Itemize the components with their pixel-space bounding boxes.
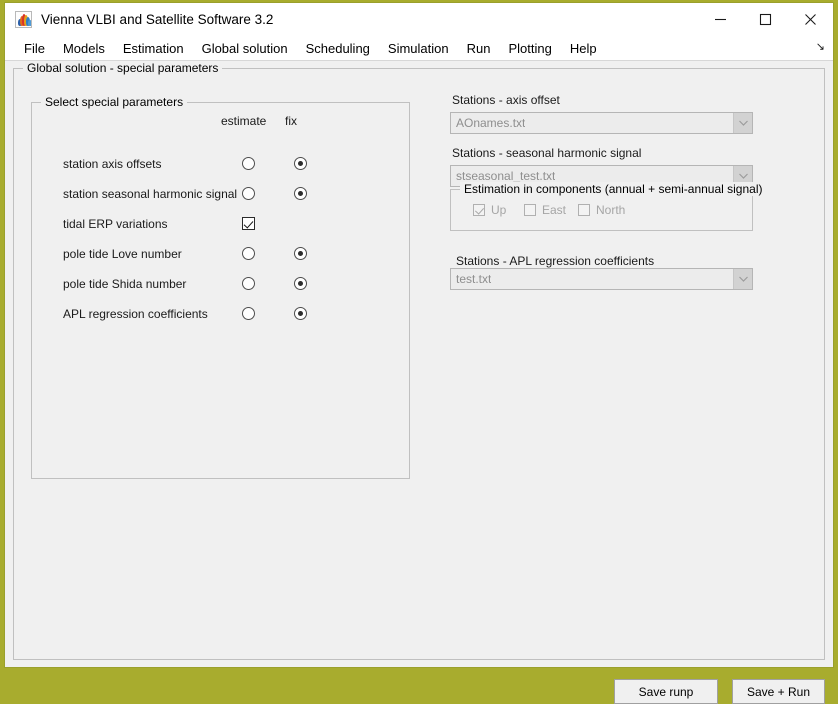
menu-item-global-solution[interactable]: Global solution xyxy=(193,36,297,61)
menu-item-scheduling[interactable]: Scheduling xyxy=(297,36,379,61)
param-label-tidal-erp-variations: tidal ERP variations xyxy=(63,217,168,231)
save-runp-button[interactable]: Save runp xyxy=(614,679,718,704)
select-panel-title: Select special parameters xyxy=(41,95,188,109)
table-row: station axis offsets xyxy=(32,153,411,183)
label-component-north: North xyxy=(596,203,626,217)
chevron-down-icon[interactable] xyxy=(733,113,752,133)
dropdown-stations-seasonal-harmonic-signal-value: stseasonal_test.txt xyxy=(456,169,556,183)
label-stations-apl-regression-coefficients: Stations - APL regression coefficients xyxy=(456,254,655,268)
client-area: Global solution - special parameters Sel… xyxy=(5,61,833,704)
radio-fix-station-seasonal-harmonic-signal[interactable] xyxy=(294,187,307,200)
radio-fix-pole-tide-shida-number[interactable] xyxy=(294,277,307,290)
select-special-parameters-panel: Select special parameters estimate fix s… xyxy=(31,95,411,479)
table-row: pole tide Love number xyxy=(32,243,411,273)
column-header-estimate: estimate xyxy=(221,114,267,128)
checkbox-estimate-tidal-erp-variations[interactable] xyxy=(242,217,255,230)
checkbox-component-east[interactable] xyxy=(524,204,536,216)
label-stations-axis-offset: Stations - axis offset xyxy=(452,93,560,107)
label-component-east: East xyxy=(542,203,567,217)
checkbox-component-up[interactable] xyxy=(473,204,485,216)
table-row: APL regression coefficients xyxy=(32,303,411,333)
radio-estimate-station-seasonal-harmonic-signal[interactable] xyxy=(242,187,255,200)
estimation-in-components-panel: Estimation in components (annual + semi-… xyxy=(450,182,767,231)
param-label-pole-tide-shida-number: pole tide Shida number xyxy=(63,277,187,291)
minimize-icon[interactable] xyxy=(698,3,743,36)
window-controls xyxy=(698,3,833,36)
menu-item-plotting[interactable]: Plotting xyxy=(499,36,560,61)
application-window: Vienna VLBI and Satellite Software 3.2 F… xyxy=(4,2,834,704)
maximize-icon[interactable] xyxy=(743,3,788,36)
table-row: station seasonal harmonic signal xyxy=(32,183,411,213)
table-row: tidal ERP variations xyxy=(32,213,411,243)
dropdown-stations-axis-offset-value: AOnames.txt xyxy=(456,116,526,130)
table-row: pole tide Shida number xyxy=(32,273,411,303)
window-title: Vienna VLBI and Satellite Software 3.2 xyxy=(41,12,274,27)
menu-item-simulation[interactable]: Simulation xyxy=(379,36,458,61)
title-bar: Vienna VLBI and Satellite Software 3.2 xyxy=(5,3,833,36)
radio-estimate-pole-tide-shida-number[interactable] xyxy=(242,277,255,290)
menu-item-run[interactable]: Run xyxy=(458,36,500,61)
menu-item-help[interactable]: Help xyxy=(561,36,606,61)
global-solution-special-parameters-panel: Global solution - special parameters Sel… xyxy=(13,61,825,660)
outer-panel-title: Global solution - special parameters xyxy=(23,61,223,75)
dropdown-stations-apl-regression-coefficients[interactable]: test.txt xyxy=(450,268,753,290)
menu-bar: File Models Estimation Global solution S… xyxy=(5,36,833,61)
chevron-down-icon[interactable] xyxy=(733,269,752,289)
param-label-pole-tide-love-number: pole tide Love number xyxy=(63,247,182,261)
radio-fix-apl-regression-coefficients[interactable] xyxy=(294,307,307,320)
close-icon[interactable] xyxy=(788,3,833,36)
checkbox-component-north[interactable] xyxy=(578,204,590,216)
dropdown-stations-axis-offset[interactable]: AOnames.txt xyxy=(450,112,753,134)
estimation-in-components-title: Estimation in components (annual + semi-… xyxy=(460,182,767,196)
radio-estimate-station-axis-offsets[interactable] xyxy=(242,157,255,170)
param-label-station-seasonal-harmonic-signal: station seasonal harmonic signal xyxy=(63,187,238,201)
radio-fix-pole-tide-love-number[interactable] xyxy=(294,247,307,260)
param-label-station-axis-offsets: station axis offsets xyxy=(63,157,162,171)
param-label-apl-regression-coefficients: APL regression coefficients xyxy=(63,307,208,321)
menu-item-estimation[interactable]: Estimation xyxy=(114,36,193,61)
menu-overflow-arrow-icon[interactable]: ↘ xyxy=(816,40,825,54)
save-run-button[interactable]: Save + Run xyxy=(732,679,825,704)
matlab-icon xyxy=(15,11,32,28)
label-component-up: Up xyxy=(491,203,507,217)
menu-item-file[interactable]: File xyxy=(15,36,54,61)
column-header-fix: fix xyxy=(285,114,297,128)
dropdown-stations-apl-regression-coefficients-value: test.txt xyxy=(456,272,492,286)
label-stations-seasonal-harmonic-signal: Stations - seasonal harmonic signal xyxy=(452,146,642,160)
radio-fix-station-axis-offsets[interactable] xyxy=(294,157,307,170)
menu-item-models[interactable]: Models xyxy=(54,36,114,61)
radio-estimate-pole-tide-love-number[interactable] xyxy=(242,247,255,260)
radio-estimate-apl-regression-coefficients[interactable] xyxy=(242,307,255,320)
